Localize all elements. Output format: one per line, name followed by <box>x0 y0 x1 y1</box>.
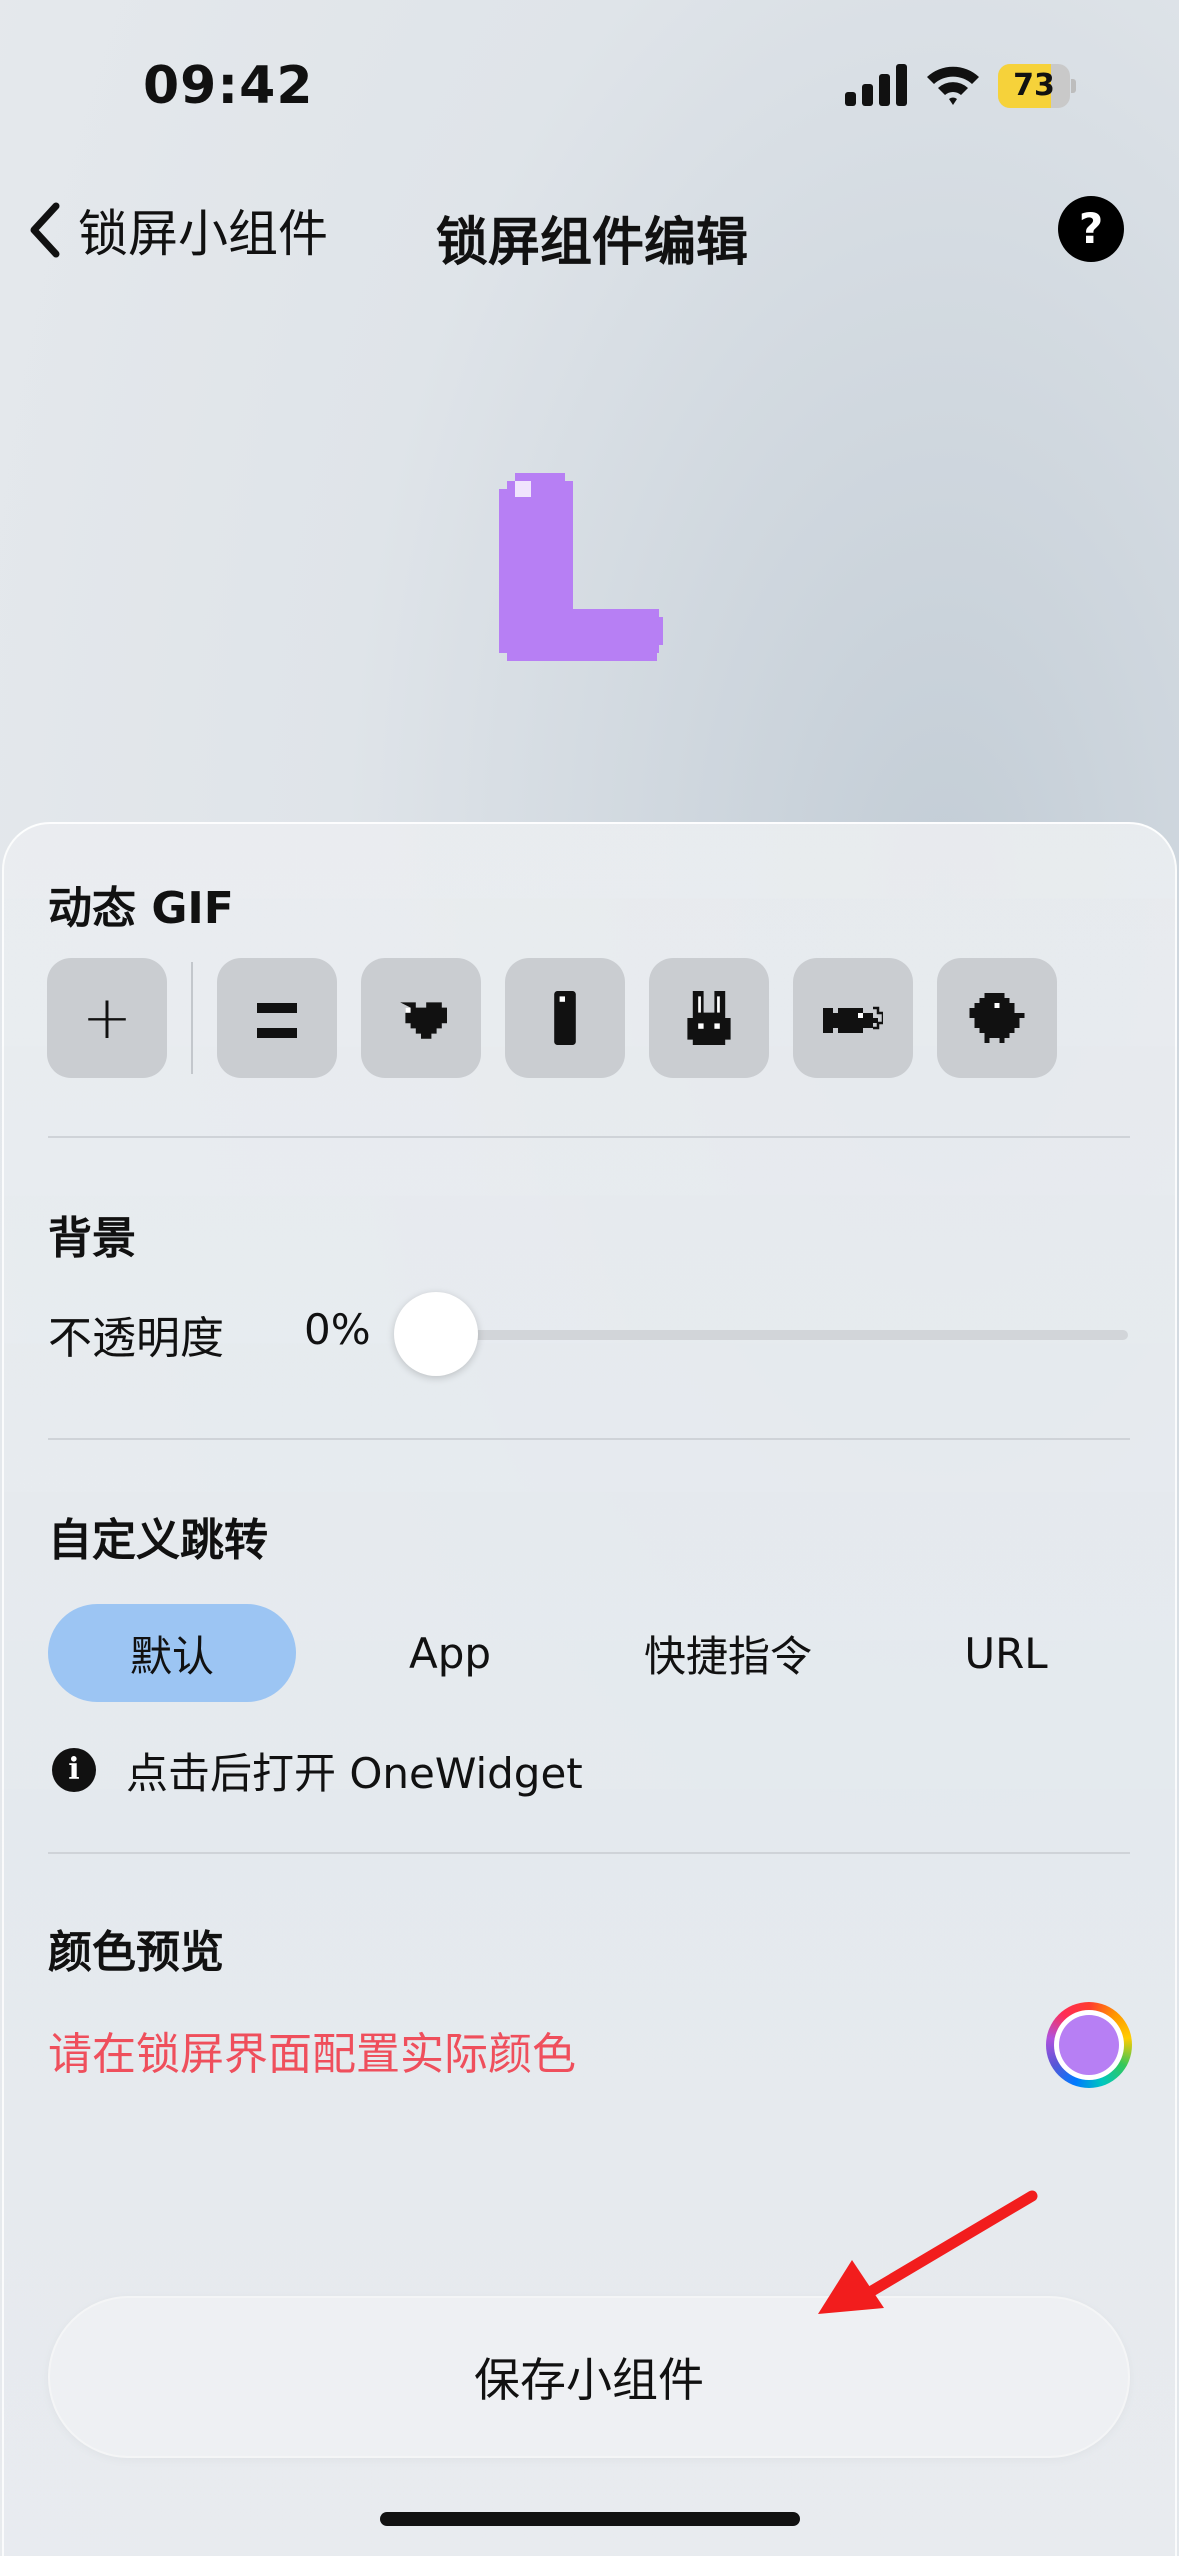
wifi-icon <box>927 66 979 105</box>
page-title: 锁屏组件编辑 <box>436 213 749 273</box>
widget-preview-pixel-l-icon <box>499 473 663 661</box>
color-section-title: 颜色预览 <box>48 1927 224 1978</box>
section-divider <box>48 1852 1130 1854</box>
save-widget-label: 保存小组件 <box>474 2353 704 2407</box>
jump-info: i 点击后打开 OneWidget <box>52 1740 583 1800</box>
opacity-slider-thumb[interactable] <box>394 1292 478 1376</box>
jump-option-default[interactable]: 默认 <box>48 1604 296 1702</box>
color-swatch <box>1059 2015 1119 2075</box>
status-time: 09:42 <box>143 56 314 116</box>
status-bar: 09:42 73 <box>0 0 1179 170</box>
chevron-left-icon <box>30 202 60 258</box>
home-indicator[interactable] <box>380 2512 800 2526</box>
gif-option-heart[interactable] <box>361 958 481 1078</box>
color-warning-text: 请在锁屏界面配置实际颜色 <box>48 2029 576 2080</box>
gif-option-bunny[interactable] <box>649 958 769 1078</box>
opacity-label: 不透明度 <box>48 1313 224 1364</box>
opacity-slider-track[interactable] <box>436 1330 1128 1340</box>
chick-pixel-icon <box>969 993 1025 1043</box>
jump-option-app[interactable]: App <box>326 1604 574 1702</box>
gif-section-title: 动态 GIF <box>48 883 234 934</box>
bunny-pixel-icon <box>687 991 731 1045</box>
jump-option-url[interactable]: URL <box>882 1604 1130 1702</box>
bar-pixel-icon <box>554 991 576 1045</box>
info-icon: i <box>52 1748 96 1792</box>
gif-picker: + <box>47 958 1137 1078</box>
gif-divider <box>191 962 193 1074</box>
gif-option-z[interactable] <box>217 958 337 1078</box>
gif-option-bar[interactable] <box>505 958 625 1078</box>
cellular-signal-icon <box>845 64 907 106</box>
color-picker-button[interactable] <box>1046 2002 1132 2088</box>
gif-option-fish[interactable] <box>793 958 913 1078</box>
z-pixel-icon <box>257 1003 297 1038</box>
jump-info-text: 点击后打开 OneWidget <box>126 1748 583 1798</box>
background-section-title: 背景 <box>48 1213 136 1264</box>
plus-icon: + <box>81 983 133 1053</box>
battery-icon: 73 <box>998 64 1076 108</box>
gif-option-chick[interactable] <box>937 958 1057 1078</box>
navigation-bar: 锁屏小组件 锁屏组件编辑 ? <box>0 180 1179 280</box>
question-mark-icon: ? <box>1078 204 1104 253</box>
red-arrow-annotation-icon <box>818 2190 1038 2314</box>
help-button[interactable]: ? <box>1058 196 1124 262</box>
battery-level: 73 <box>1013 68 1055 103</box>
jump-section-title: 自定义跳转 <box>48 1515 268 1566</box>
jump-option-shortcut[interactable]: 快捷指令 <box>604 1604 852 1702</box>
section-divider <box>48 1136 1130 1138</box>
back-label: 锁屏小组件 <box>78 205 328 263</box>
back-button[interactable]: 锁屏小组件 <box>24 194 328 266</box>
heart-pixel-icon <box>400 1002 447 1039</box>
section-divider <box>48 1438 1130 1440</box>
fish-pixel-icon <box>823 1006 883 1033</box>
opacity-value: 0% <box>304 1305 371 1354</box>
add-gif-button[interactable]: + <box>47 958 167 1078</box>
